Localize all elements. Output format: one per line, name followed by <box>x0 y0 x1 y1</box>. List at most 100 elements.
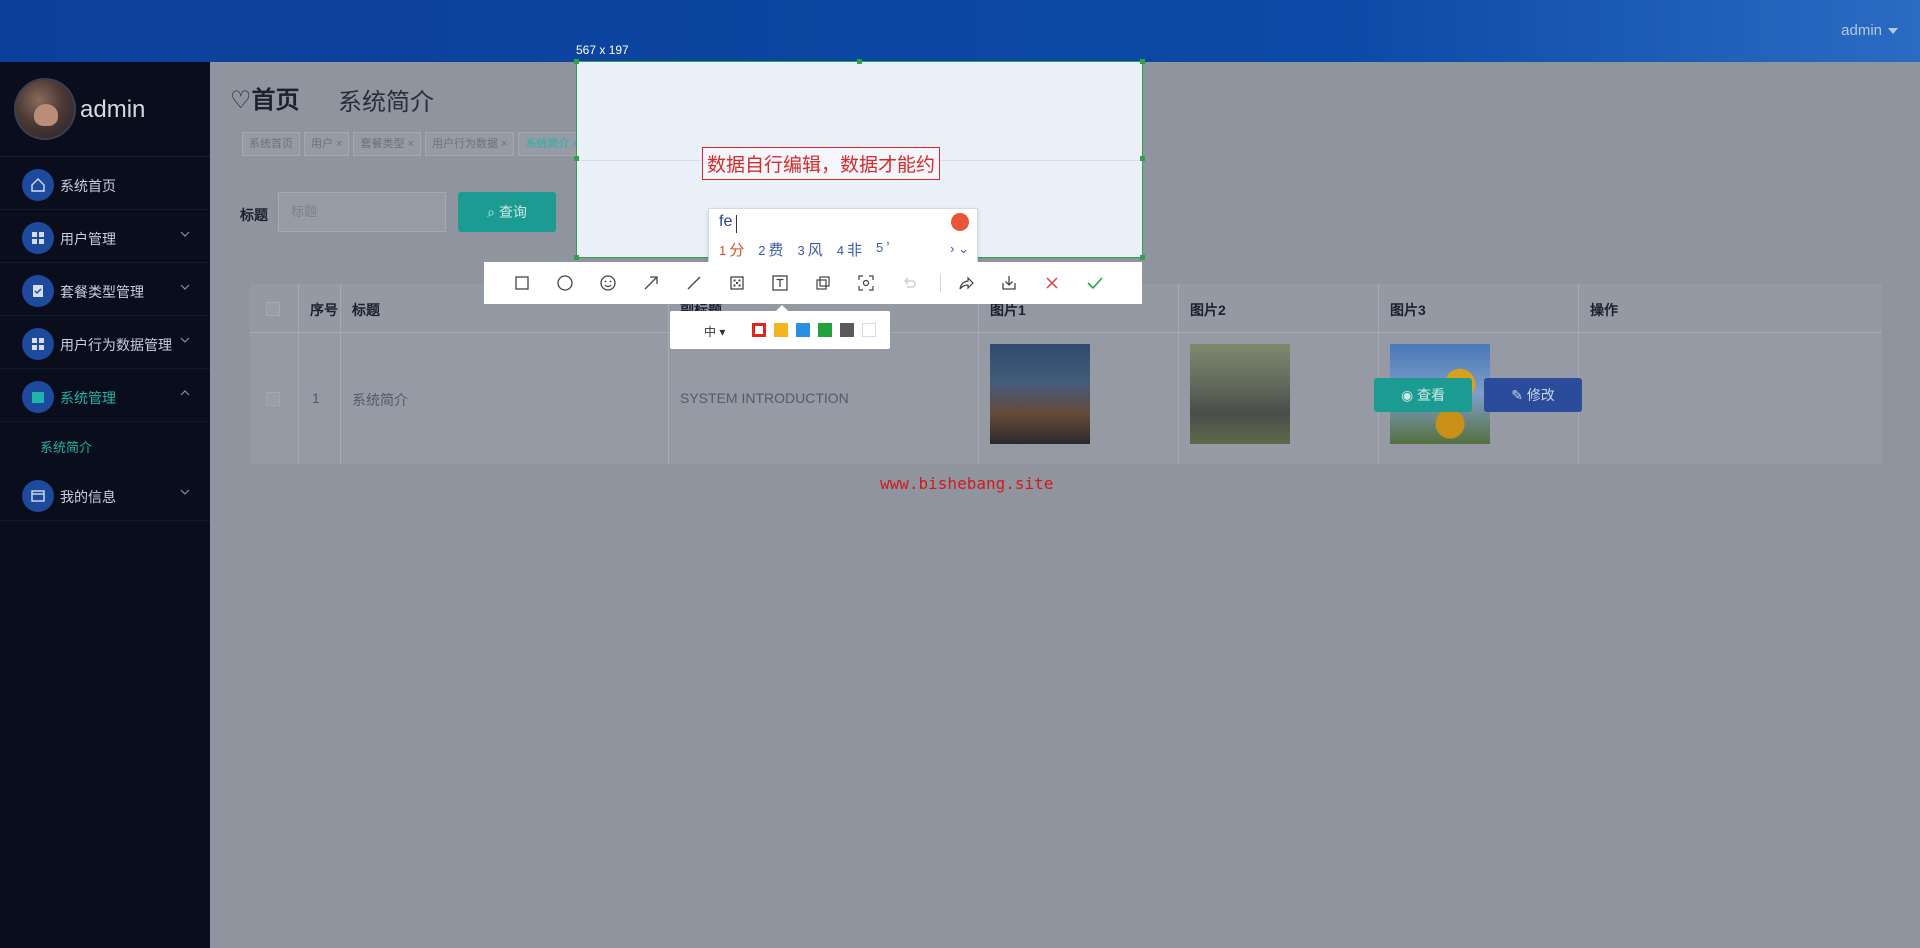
pin-tool-icon[interactable] <box>813 273 833 293</box>
ellipse-tool-icon[interactable] <box>555 273 575 293</box>
sidebar-user-name: admin <box>80 96 146 123</box>
resize-handle[interactable] <box>857 59 862 64</box>
tab-users[interactable]: 用户 × <box>304 132 350 156</box>
divider <box>940 274 941 292</box>
color-swatch-green[interactable] <box>818 323 832 337</box>
resize-handle[interactable] <box>574 255 579 260</box>
text-annotation[interactable]: 数据自行编辑，数据才能约 <box>702 147 941 180</box>
row-image2[interactable] <box>1190 344 1290 444</box>
resize-handle[interactable] <box>1140 156 1145 161</box>
tab-user-behavior[interactable]: 用户行为数据 × <box>424 132 515 156</box>
edit-button-label: 修改 <box>1526 387 1555 403</box>
ime-candidate[interactable]: 1分 <box>719 239 744 260</box>
ime-candidate[interactable]: 5’ <box>876 239 890 260</box>
sidebar-subitem-label: 系统简介 <box>40 440 93 455</box>
clipboard-icon <box>22 275 54 307</box>
card-icon <box>22 480 54 512</box>
eye-icon: ◉ <box>1400 387 1418 403</box>
sidebar-item-users[interactable]: 用户管理 <box>0 210 210 263</box>
row-subtitle: SYSTEM INTRODUCTION <box>680 390 849 406</box>
divider <box>1578 284 1579 464</box>
view-button-label: 查看 <box>1417 387 1446 403</box>
arrow-tool-icon[interactable] <box>641 273 661 293</box>
edit-button[interactable]: ✎ 修改 <box>1484 378 1582 412</box>
select-all-checkbox[interactable] <box>266 302 280 316</box>
ime-candidate[interactable]: 3风 <box>798 239 823 260</box>
sidebar-item-package-types[interactable]: 套餐类型管理 <box>0 263 210 316</box>
search-button-label: 查询 <box>498 204 527 220</box>
grid-icon <box>22 328 54 360</box>
color-swatch-gray[interactable] <box>840 323 854 337</box>
divider <box>1178 284 1179 464</box>
share-icon[interactable] <box>956 273 976 293</box>
mosaic-tool-icon[interactable] <box>727 273 747 293</box>
sidebar-item-user-behavior[interactable]: 用户行为数据管理 <box>0 316 210 369</box>
font-size-value: 中 <box>704 325 717 339</box>
font-size-dropdown[interactable]: 中 ▾ <box>704 323 725 340</box>
undo-icon[interactable] <box>899 273 919 293</box>
ime-candidate[interactable]: 4非 <box>837 239 862 260</box>
home-icon <box>22 169 54 201</box>
user-menu[interactable]: admin <box>1841 22 1898 39</box>
emoji-tool-icon[interactable] <box>598 273 618 293</box>
divider <box>340 284 341 464</box>
ime-logo-icon[interactable] <box>951 213 969 231</box>
resize-handle[interactable] <box>574 59 579 64</box>
color-swatch-blue[interactable] <box>796 323 810 337</box>
caret-down-icon <box>1888 28 1898 35</box>
user-name: admin <box>1841 22 1882 39</box>
selection-size-label: 567 x 197 <box>576 43 629 57</box>
search-icon: ⌕ <box>487 204 499 220</box>
sidebar-item-label: 系统首页 <box>60 178 116 194</box>
view-button[interactable]: ◉ 查看 <box>1374 378 1472 412</box>
sidebar-item-label: 我的信息 <box>60 489 116 505</box>
resize-handle[interactable] <box>574 156 579 161</box>
search-input[interactable]: 标题 <box>278 192 446 232</box>
row-image1[interactable] <box>990 344 1090 444</box>
line-tool-icon[interactable] <box>684 273 704 293</box>
page-subtitle: 系统简介 <box>338 89 434 116</box>
ocr-tool-icon[interactable] <box>856 273 876 293</box>
resize-handle[interactable] <box>1140 255 1145 260</box>
header-image2: 图片2 <box>1190 302 1226 318</box>
header-title: 标题 <box>352 302 380 318</box>
sidebar-item-label: 套餐类型管理 <box>60 284 144 300</box>
sidebar-subitem-system-intro[interactable]: 系统简介 <box>0 422 210 468</box>
sidebar-item-home[interactable]: 系统首页 <box>0 157 210 210</box>
resize-handle[interactable] <box>1140 59 1145 64</box>
tab-bar: 系统首页 用户 × 套餐类型 × 用户行为数据 × 系统简介 × <box>242 132 586 156</box>
page-title: ♡首页 <box>230 87 300 114</box>
chevron-up-icon <box>180 390 190 396</box>
sidebar-item-label: 用户管理 <box>60 231 116 247</box>
check-icon[interactable] <box>1085 273 1105 293</box>
top-bar: admin <box>0 0 1920 62</box>
sidebar-item-system[interactable]: 系统管理 <box>0 369 210 422</box>
sidebar-item-label: 用户行为数据管理 <box>60 337 172 353</box>
chevron-down-icon <box>180 231 190 237</box>
ime-candidate[interactable]: 2费 <box>758 239 783 260</box>
ime-input-text: fe <box>719 213 733 230</box>
header-image3: 图片3 <box>1390 302 1426 318</box>
search-button[interactable]: ⌕ 查询 <box>458 192 556 232</box>
data-table: 序号 标题 副标题 图片1 图片2 图片3 操作 1 系统简介 SYSTEM I… <box>250 284 1882 464</box>
sidebar-item-my-info[interactable]: 我的信息 <box>0 468 210 521</box>
ime-candidates: 1分 2费 3风 4非 5’ <box>719 239 890 260</box>
avatar <box>14 78 76 140</box>
rectangle-tool-icon[interactable] <box>512 273 532 293</box>
color-swatch-yellow[interactable] <box>774 323 788 337</box>
divider <box>978 284 979 464</box>
close-icon[interactable] <box>1042 273 1062 293</box>
color-swatch-red[interactable] <box>752 323 766 337</box>
edit-icon: ✎ <box>1511 387 1527 403</box>
divider <box>1378 284 1379 464</box>
chevron-down-icon <box>180 337 190 343</box>
chevron-down-icon <box>180 284 190 290</box>
header-actions: 操作 <box>1590 302 1618 318</box>
download-icon[interactable] <box>999 273 1019 293</box>
tab-home[interactable]: 系统首页 <box>242 132 300 156</box>
text-tool-icon[interactable] <box>770 273 790 293</box>
ime-next-page-icon[interactable]: › ⌄ <box>950 241 969 257</box>
tab-package-types[interactable]: 套餐类型 × <box>353 132 421 156</box>
color-swatch-white[interactable] <box>862 323 876 337</box>
row-checkbox[interactable] <box>266 392 280 406</box>
